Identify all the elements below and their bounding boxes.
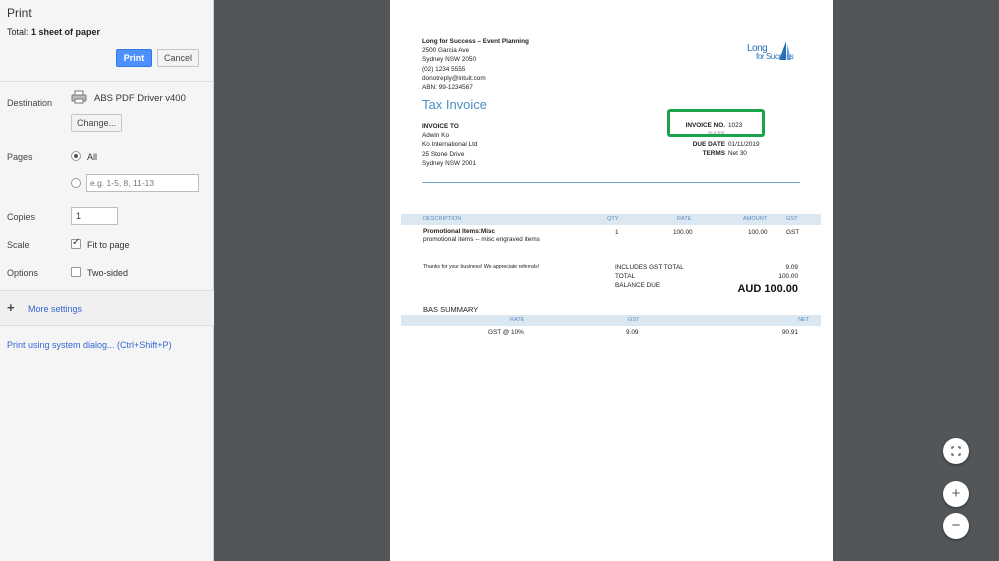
company-logo: Long for Success bbox=[746, 40, 794, 66]
business-address2: Sydney NSW 2050 bbox=[422, 56, 476, 64]
bas-row-rate: GST @ 10% bbox=[488, 329, 524, 336]
pages-all-label: All bbox=[87, 152, 98, 162]
business-abn: ABN: 99-1234567 bbox=[422, 84, 473, 92]
bas-table-header: RATE GST NET bbox=[401, 315, 821, 326]
print-dialog-title: Print bbox=[7, 6, 32, 20]
client-city: Sydney NSW 2001 bbox=[422, 159, 476, 167]
balance-due-label: BALANCE DUE bbox=[615, 282, 661, 289]
invoice-title: Tax Invoice bbox=[422, 97, 488, 112]
fit-to-page-icon bbox=[951, 446, 961, 456]
total-value: 1 sheet of paper bbox=[31, 27, 101, 37]
balance-due-value: AUD 100.00 bbox=[737, 283, 798, 295]
bas-col-net: NET bbox=[798, 317, 810, 323]
copies-input[interactable] bbox=[71, 207, 118, 225]
sail-icon bbox=[779, 41, 791, 60]
zoom-in-icon: + bbox=[951, 485, 961, 502]
item-name: Promotional Items:Misc bbox=[423, 228, 496, 235]
invoice-to-label: INVOICE TO bbox=[422, 123, 459, 130]
two-sided-label: Two-sided bbox=[87, 268, 129, 278]
invoice-number-highlight bbox=[667, 109, 765, 137]
fit-to-page-button[interactable] bbox=[943, 438, 969, 464]
printer-icon bbox=[71, 90, 87, 104]
col-description: DESCRIPTION bbox=[423, 216, 462, 222]
thank-you-note: Thanks for your business! We appreciate … bbox=[423, 264, 540, 270]
pages-range-input[interactable] bbox=[86, 174, 199, 192]
printer-name: ABS PDF Driver v400 bbox=[94, 93, 186, 104]
print-button[interactable]: Print bbox=[116, 49, 152, 67]
col-amount: AMOUNT bbox=[743, 216, 768, 222]
item-amount: 100.00 bbox=[748, 229, 768, 236]
client-street: 25 Stone Drive bbox=[422, 150, 465, 158]
print-preview-area: Long for Success – Event Planning 2500 G… bbox=[215, 0, 999, 561]
business-block: Long for Success – Event Planning 2500 G… bbox=[422, 37, 529, 92]
divider bbox=[0, 81, 214, 82]
fit-to-page-checkbox[interactable] bbox=[71, 237, 81, 249]
destination-label: Destination bbox=[7, 98, 53, 108]
client-name: Adwin Ko bbox=[422, 132, 449, 140]
zoom-in-button[interactable]: + bbox=[943, 481, 969, 507]
plus-icon: + bbox=[7, 300, 15, 315]
business-email: donotreply@intuit.com bbox=[422, 74, 486, 82]
zoom-out-icon: − bbox=[951, 517, 961, 534]
more-settings-link[interactable]: More settings bbox=[28, 304, 82, 314]
total-label: TOTAL bbox=[615, 273, 636, 280]
preview-page: Long for Success – Event Planning 2500 G… bbox=[390, 0, 833, 561]
bas-row-gst: 9.09 bbox=[626, 329, 639, 336]
gst-total-value: 9.09 bbox=[785, 264, 798, 271]
options-label: Options bbox=[7, 268, 39, 278]
terms-value: Net 30 bbox=[728, 150, 747, 157]
items-table-header: DESCRIPTION QTY RATE AMOUNT GST bbox=[401, 214, 821, 225]
due-date-label: DUE DATE bbox=[692, 141, 725, 148]
bas-summary-title: BAS SUMMARY bbox=[423, 305, 479, 314]
col-gst: GST bbox=[786, 216, 798, 222]
item-rate: 100.00 bbox=[673, 229, 693, 236]
terms-label: TERMS bbox=[702, 150, 725, 157]
col-rate: RATE bbox=[677, 216, 692, 222]
copies-label: Copies bbox=[7, 212, 36, 222]
print-settings-sidebar: Print Total: 1 sheet of paper Print Canc… bbox=[0, 0, 214, 561]
col-qty: QTY bbox=[607, 216, 619, 222]
two-sided-checkbox[interactable] bbox=[71, 267, 81, 277]
gst-total-label: INCLUDES GST TOTAL bbox=[615, 264, 684, 271]
bas-col-rate: RATE bbox=[510, 317, 525, 323]
business-phone: (02) 1234 5555 bbox=[422, 65, 466, 73]
due-date-value: 01/11/2019 bbox=[728, 141, 760, 148]
business-address1: 2500 Garcia Ave bbox=[422, 47, 470, 55]
pages-all-radio[interactable] bbox=[71, 151, 81, 161]
item-gst: GST bbox=[786, 229, 800, 236]
business-name: Long for Success – Event Planning bbox=[422, 38, 529, 45]
bas-col-gst: GST bbox=[628, 317, 640, 323]
pages-label: Pages bbox=[7, 152, 33, 162]
fit-to-page-label: Fit to page bbox=[87, 240, 130, 250]
sheet-total: Total: 1 sheet of paper bbox=[7, 27, 100, 37]
invoice-to-block: INVOICE TO Adwin Ko Ko International Ltd… bbox=[422, 122, 477, 168]
scale-label: Scale bbox=[7, 240, 30, 250]
change-destination-button[interactable]: Change... bbox=[71, 114, 122, 132]
cancel-button[interactable]: Cancel bbox=[157, 49, 199, 67]
total-value: 100.00 bbox=[778, 273, 798, 280]
pages-range-radio[interactable] bbox=[71, 178, 81, 188]
item-qty: 1 bbox=[615, 229, 619, 236]
client-company: Ko International Ltd bbox=[422, 141, 478, 149]
total-prefix: Total: bbox=[7, 27, 32, 37]
item-description: promotional items -- misc engraved items bbox=[423, 236, 540, 243]
bas-row-net: 90.91 bbox=[782, 329, 798, 336]
system-dialog-link[interactable]: Print using system dialog... (Ctrl+Shift… bbox=[7, 340, 172, 350]
header-rule bbox=[422, 182, 800, 183]
zoom-out-button[interactable]: − bbox=[943, 513, 969, 539]
more-settings-row[interactable]: + More settings bbox=[0, 290, 214, 326]
